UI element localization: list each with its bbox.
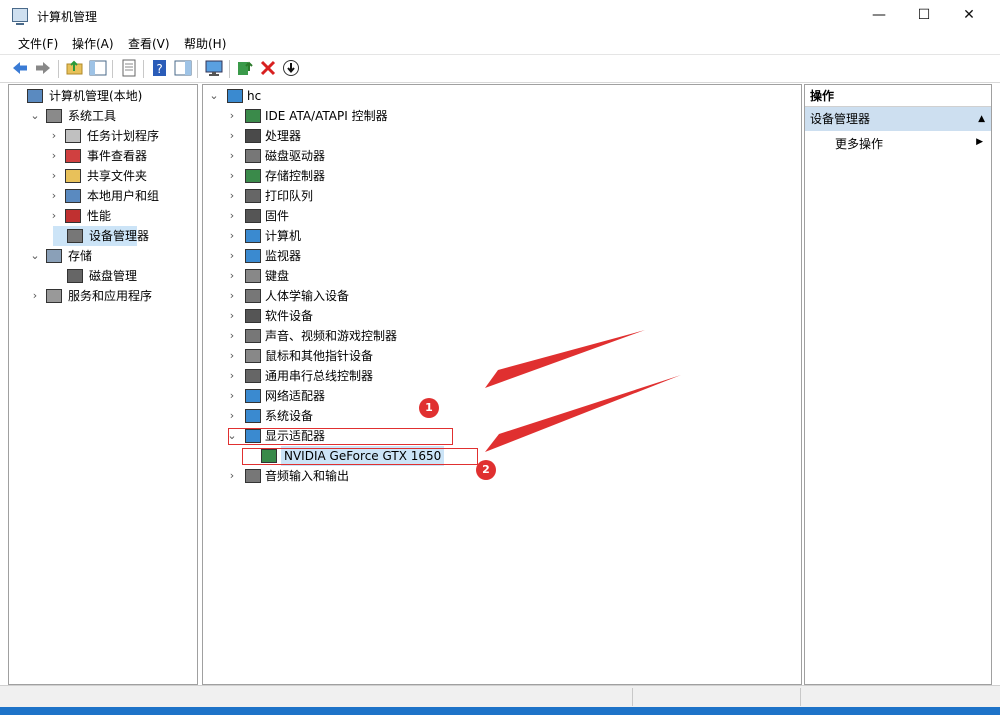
annotation-overlay [485,330,681,452]
badge-2: 2 [476,460,496,480]
annotation-arrow-2 [485,375,681,452]
highlight-box-display-adapters [228,428,453,445]
annotation-arrow-1 [485,330,645,388]
highlight-box-gpu [242,448,478,465]
badge-1: 1 [419,398,439,418]
